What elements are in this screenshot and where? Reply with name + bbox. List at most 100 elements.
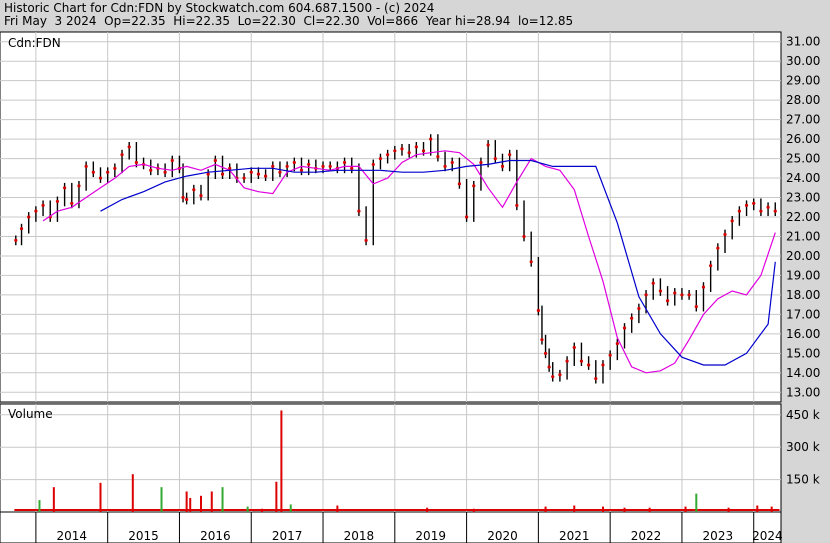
price-close-point [163,170,167,174]
volume-bar [289,504,292,512]
price-close-point [328,164,332,168]
price-close-point [429,137,433,141]
price-close-point [400,147,404,151]
price-close-point [285,164,289,168]
price-tick-label: 30.00 [786,54,820,68]
price-close-point [436,155,440,159]
year-tick-label: 2024 [752,529,783,543]
price-close-point [350,166,354,170]
volume-bar [261,508,264,512]
price-close-point [472,184,476,188]
price-close-point [651,281,655,285]
price-close-point [540,338,544,342]
year-tick-label: 2018 [344,529,375,543]
price-close-point [249,170,253,174]
price-close-point [730,219,734,223]
price-close-point [149,168,153,172]
price-close-point [464,215,469,219]
volume-tick-label: 150 k [786,473,820,487]
price-close-point [63,186,67,190]
price-tick-label: 29.00 [786,74,820,88]
price-close-point [601,363,605,367]
volume-bar [336,505,339,512]
price-close-point [213,158,217,163]
price-close-point [414,145,418,149]
price-close-point [113,166,117,170]
price-close-point [723,232,727,237]
price-close-point [759,209,763,213]
price-close-point [773,209,777,213]
price-tick-label: 24.00 [786,171,820,185]
price-close-point [508,153,512,157]
year-tick-label: 2023 [703,529,734,543]
volume-bar [160,487,163,512]
price-close-point [220,172,225,176]
price-tick-label: 18.00 [786,288,820,302]
volume-title: Volume [8,407,53,421]
price-close-point [278,170,282,174]
price-close-point [443,164,447,168]
volume-plot-area [0,403,782,513]
volume-bar [695,493,698,512]
price-tick-label: 31.00 [786,35,820,49]
price-close-point [479,160,483,165]
chart-page: Historic Chart for Cdn:FDN by Stockwatch… [0,0,830,543]
price-tick-label: 23.00 [786,191,820,205]
price-close-point [181,195,185,200]
volume-bar [280,410,283,512]
volume-bar [623,507,626,512]
price-tick-label: 19.00 [786,268,820,282]
price-close-point [608,353,612,357]
price-close-point [256,172,261,176]
price-close-point [766,205,770,209]
volume-bar [52,487,55,512]
year-tick-label: 2021 [559,529,590,543]
year-tick-label: 2015 [128,529,159,543]
price-close-point [744,203,749,207]
price-close-point [709,264,713,268]
volume-bar [573,505,576,512]
volume-bar [770,506,773,512]
price-tick-label: 14.00 [786,366,820,380]
price-close-point [493,156,497,161]
price-tick-label: 25.00 [786,152,820,166]
price-close-point [386,153,390,157]
volume-bar [38,500,41,512]
price-close-point [644,293,648,297]
price-close-point [752,201,756,205]
price-close-point [450,160,454,165]
price-close-point [170,158,174,163]
price-close-point [500,164,505,168]
volume-bar [199,495,202,512]
price-close-point [199,193,203,198]
price-close-point [364,238,368,242]
price-close-point [658,289,663,293]
price-close-point [98,176,103,180]
price-close-point [357,209,361,213]
price-close-point [529,260,533,264]
price-close-point [127,145,131,149]
price-tick-label: 28.00 [786,93,820,107]
price-close-point [84,164,88,168]
year-tick-label: 2016 [200,529,231,543]
volume-axis-labels: 150 k 300 k 450 k [786,408,820,487]
volume-bar [131,474,134,512]
price-tick-label: 16.00 [786,327,820,341]
price-tick-label: 15.00 [786,346,820,360]
volume-bar [756,505,759,512]
price-close-point [299,168,304,172]
price-close-point [486,143,490,147]
price-close-point [185,197,189,202]
price-close-point [515,203,519,207]
price-close-point [565,359,569,363]
price-tick-label: 26.00 [786,132,820,146]
price-close-point [393,149,397,153]
price-close-point [27,215,31,219]
price-close-point [543,351,548,355]
volume-bar [221,487,224,512]
volume-bar [275,481,278,512]
price-close-point [307,162,311,167]
volume-bar [185,491,188,512]
price-close-point [70,201,74,205]
year-tick-label: 2019 [415,529,446,543]
